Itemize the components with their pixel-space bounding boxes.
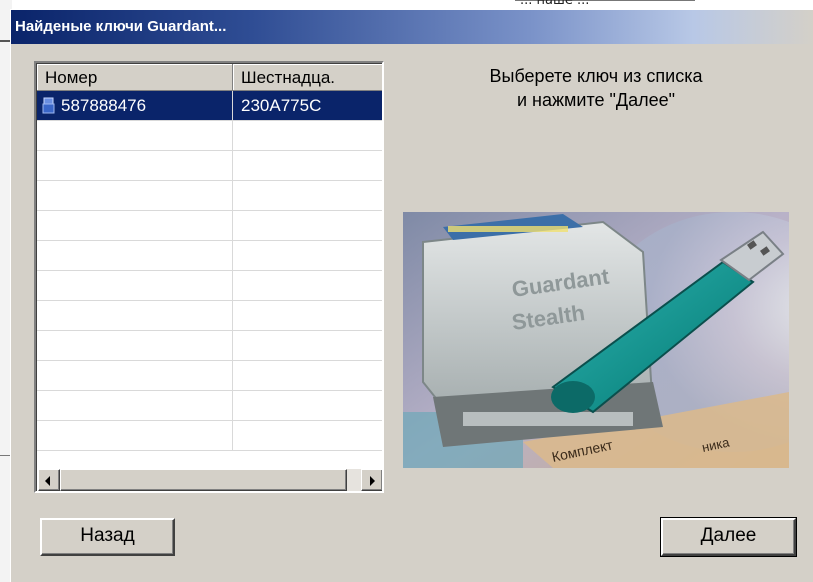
key-number-cell: 587888476 bbox=[37, 91, 233, 120]
list-item bbox=[37, 391, 382, 421]
guardant-key-photo: Комплект ника Guardant Stealth bbox=[403, 212, 789, 468]
keys-list[interactable]: Номер Шестнадца. 587888476 230A775C bbox=[34, 61, 384, 493]
list-item bbox=[37, 331, 382, 361]
instruction-line-2: и нажмите "Далее" bbox=[516, 90, 676, 110]
list-item bbox=[37, 151, 382, 181]
back-button[interactable]: Назад bbox=[40, 518, 175, 556]
key-number: 587888476 bbox=[61, 96, 147, 115]
list-header: Номер Шестнадца. bbox=[37, 64, 382, 91]
instruction-text: Выберете ключ из списка и нажмите "Далее… bbox=[403, 64, 789, 112]
guardant-keys-dialog: Найденые ключи Guardant... Номер Шестнад… bbox=[10, 9, 813, 582]
list-item bbox=[37, 211, 382, 241]
list-rows: 587888476 230A775C bbox=[37, 91, 382, 451]
column-header-hex[interactable]: Шестнадца. bbox=[233, 64, 382, 91]
instruction-line-1: Выберете ключ из списка bbox=[489, 66, 703, 86]
list-item bbox=[37, 421, 382, 451]
column-header-number[interactable]: Номер bbox=[37, 64, 233, 91]
arrow-right-icon bbox=[370, 476, 375, 486]
key-icon bbox=[42, 97, 56, 114]
horizontal-scrollbar[interactable] bbox=[38, 469, 382, 491]
scroll-left-button[interactable] bbox=[38, 469, 60, 491]
list-item bbox=[37, 241, 382, 271]
next-button[interactable]: Далее bbox=[660, 517, 797, 557]
list-item bbox=[37, 181, 382, 211]
list-item bbox=[37, 121, 382, 151]
title-bar[interactable]: Найденые ключи Guardant... bbox=[11, 10, 813, 44]
scroll-thumb[interactable] bbox=[60, 469, 347, 491]
list-item bbox=[37, 271, 382, 301]
scroll-right-button[interactable] bbox=[361, 469, 382, 491]
key-hex-cell: 230A775C bbox=[233, 91, 382, 120]
dialog-title: Найденые ключи Guardant... bbox=[15, 18, 227, 35]
background-window-text: ... наше ... bbox=[520, 0, 590, 8]
arrow-left-icon bbox=[45, 476, 50, 486]
list-item bbox=[37, 301, 382, 331]
list-item bbox=[37, 361, 382, 391]
list-item[interactable]: 587888476 230A775C bbox=[37, 91, 382, 121]
